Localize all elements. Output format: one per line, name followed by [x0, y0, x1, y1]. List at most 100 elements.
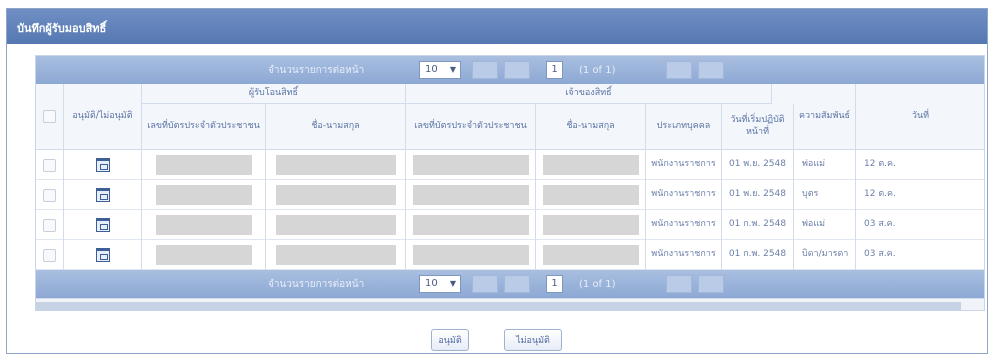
redacted-block [542, 185, 639, 205]
col-owner-name: ชื่อ-นามสกุล [536, 104, 646, 150]
grantee-name-cell [266, 150, 406, 180]
col-effective-date: วันที่เริ่มปฏิบัติหน้าที่ [722, 104, 794, 150]
relationship-cell: พ่อแม่ [794, 150, 856, 180]
redacted-block [275, 185, 396, 205]
row-select-cell [36, 150, 64, 180]
horizontal-scrollbar[interactable] [36, 298, 984, 310]
relationship-cell: บุตร [794, 180, 856, 210]
dialog-frame: บันทึกผู้รับมอบสิทธิ์ จำนวนรายการต่อหน้า… [6, 8, 988, 354]
page-size-label: จำนวนรายการต่อหน้า [268, 64, 365, 76]
date-cut-cell: 12 ต.ค. [856, 150, 984, 180]
approve-cell [64, 240, 142, 270]
owner-name-cell [536, 150, 646, 180]
prev-page-button[interactable] [504, 275, 530, 293]
owner-name-cell [536, 210, 646, 240]
last-page-button[interactable] [698, 275, 724, 293]
col-approve: อนุมัติ/ไม่อนุมัติ [64, 84, 142, 150]
owner-id-cell [406, 240, 536, 270]
redacted-block [275, 215, 396, 235]
col-relationship: ความสัมพันธ์ [794, 84, 856, 150]
select-all-checkbox[interactable] [43, 110, 56, 123]
page-size-select[interactable]: 10 ▼ [419, 275, 461, 293]
prev-page-button[interactable] [504, 61, 530, 79]
date-cut-cell: 03 ส.ค. [856, 210, 984, 240]
approve-cell [64, 180, 142, 210]
next-page-button[interactable] [666, 275, 692, 293]
first-page-button[interactable] [472, 275, 498, 293]
relationship-cell: บิดา/มารดา [794, 240, 856, 270]
page-number-input[interactable]: 1 [546, 275, 563, 293]
approve-cell [64, 150, 142, 180]
redacted-block [155, 215, 252, 235]
table-header: อนุมัติ/ไม่อนุมัติ ผู้รับโอนสิทธิ์ เลขที… [36, 84, 984, 150]
redacted-block [542, 245, 639, 265]
chevron-down-icon: ▼ [449, 65, 456, 74]
row-select-cell [36, 180, 64, 210]
owner-name-cell [536, 180, 646, 210]
redacted-block [542, 155, 639, 175]
grantee-name-cell [266, 210, 406, 240]
scrollbar-thumb[interactable] [36, 302, 961, 310]
grantee-id-cell [142, 180, 266, 210]
row-checkbox[interactable] [43, 248, 56, 262]
owner-id-cell [406, 210, 536, 240]
table-row: พนักงานราชการ 01 ก.พ. 2548 บิดา/มารดา 03… [36, 240, 984, 270]
redacted-block [155, 245, 252, 265]
page-size-value: 10 [425, 278, 438, 289]
page-number-input[interactable]: 1 [546, 61, 563, 79]
col-grantee-id: เลขที่บัตรประจำตัวประชาชน [142, 104, 266, 150]
calendar-icon[interactable] [95, 188, 110, 202]
grantee-table: จำนวนรายการต่อหน้า 10 ▼ 1 (1 of 1) อนุมั… [35, 55, 985, 311]
redacted-block [412, 245, 529, 265]
col-person-type: ประเภทบุคคล [646, 104, 722, 150]
person-type-cell: พนักงานราชการ [646, 150, 722, 180]
person-type-cell: พนักงานราชการ [646, 180, 722, 210]
row-checkbox[interactable] [43, 158, 56, 172]
chevron-down-icon: ▼ [449, 279, 456, 288]
dialog-title: บันทึกผู้รับมอบสิทธิ์ [7, 9, 987, 44]
col-group-owner: เจ้าของสิทธิ์ [406, 84, 772, 104]
grantee-id-cell [142, 150, 266, 180]
redacted-block [412, 185, 529, 205]
redacted-block [412, 215, 529, 235]
reject-button[interactable]: ไม่อนุมัติ [504, 329, 562, 351]
relationship-cell: พ่อแม่ [794, 210, 856, 240]
calendar-icon[interactable] [95, 158, 110, 172]
grantee-name-cell [266, 180, 406, 210]
date-cut-cell: 03 ส.ค. [856, 240, 984, 270]
grantee-name-cell [266, 240, 406, 270]
owner-id-cell [406, 150, 536, 180]
next-page-button[interactable] [666, 61, 692, 79]
first-page-button[interactable] [472, 61, 498, 79]
col-group-grantee: ผู้รับโอนสิทธิ์ [142, 84, 406, 104]
page-size-select[interactable]: 10 ▼ [419, 61, 461, 79]
redacted-block [155, 185, 252, 205]
page-size-label: จำนวนรายการต่อหน้า [268, 278, 365, 290]
calendar-icon[interactable] [95, 218, 110, 232]
col-owner-id: เลขที่บัตรประจำตัวประชาชน [406, 104, 536, 150]
table-row: พนักงานราชการ 01 ก.พ. 2548 พ่อแม่ 03 ส.ค… [36, 210, 984, 240]
pager-bottom: จำนวนรายการต่อหน้า 10 ▼ 1 (1 of 1) [36, 270, 984, 298]
last-page-button[interactable] [698, 61, 724, 79]
owner-name-cell [536, 240, 646, 270]
redacted-block [275, 245, 396, 265]
redacted-block [275, 155, 396, 175]
select-all-cell [36, 84, 64, 150]
table-row: พนักงานราชการ 01 พ.ย. 2548 พ่อแม่ 12 ต.ค… [36, 150, 984, 180]
row-checkbox[interactable] [43, 218, 56, 232]
effective-date-cell: 01 พ.ย. 2548 [722, 180, 794, 210]
row-checkbox[interactable] [43, 188, 56, 202]
calendar-icon[interactable] [95, 248, 110, 262]
grantee-id-cell [142, 240, 266, 270]
approve-button[interactable]: อนุมัติ [431, 329, 469, 351]
pager-top: จำนวนรายการต่อหน้า 10 ▼ 1 (1 of 1) [36, 56, 984, 84]
redacted-block [412, 155, 529, 175]
row-select-cell [36, 240, 64, 270]
grantee-id-cell [142, 210, 266, 240]
date-cut-cell: 12 ต.ค. [856, 180, 984, 210]
approve-cell [64, 210, 142, 240]
redacted-block [155, 155, 252, 175]
page-info: (1 of 1) [579, 278, 616, 290]
table-row: พนักงานราชการ 01 พ.ย. 2548 บุตร 12 ต.ค. [36, 180, 984, 210]
col-grantee-name: ชื่อ-นามสกุล [266, 104, 406, 150]
